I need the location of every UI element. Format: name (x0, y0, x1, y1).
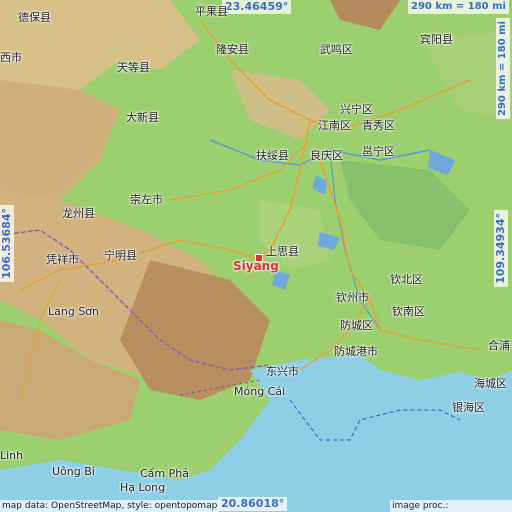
city-label[interactable]: 东兴市 (266, 366, 299, 378)
city-label[interactable]: Cẩm Phả (140, 468, 189, 480)
city-label[interactable]: 隆安县 (216, 44, 249, 56)
city-label[interactable]: 武鸣区 (320, 44, 353, 56)
city-label[interactable]: 德保县 (18, 12, 51, 24)
map-view[interactable]: 23.46459° 20.86018° 106.53684° 109.34934… (0, 0, 512, 512)
city-label[interactable]: 邕宁区 (362, 146, 395, 158)
city-label[interactable]: 扶绥县 (256, 150, 289, 162)
city-label[interactable]: 合浦 (488, 340, 510, 352)
city-label[interactable]: 凭祥市 (46, 254, 79, 266)
city-label[interactable]: 钦北区 (390, 274, 423, 286)
city-label[interactable]: 良庆区 (310, 150, 343, 162)
city-label[interactable]: 兴宁区 (340, 104, 373, 116)
city-label[interactable]: 青秀区 (362, 120, 395, 132)
city-label[interactable]: 钦州市 (336, 292, 369, 304)
top-latitude-label: 23.46459° (222, 0, 292, 14)
city-label[interactable]: 钦南区 (392, 306, 425, 318)
city-label[interactable]: 宁明县 (104, 250, 137, 262)
city-label[interactable]: 崇左市 (130, 194, 163, 206)
city-label[interactable]: 西市 (0, 52, 22, 64)
city-label[interactable]: 江南区 (318, 120, 351, 132)
city-label[interactable]: 天等县 (117, 62, 150, 74)
city-label[interactable]: 大新县 (126, 112, 159, 124)
scale-bar-top: 290 km = 180 mi (408, 0, 509, 14)
city-label[interactable]: Hạ Long (120, 482, 165, 494)
city-label[interactable]: 龙州县 (62, 208, 95, 220)
map-credit-right: image proc.: elevation.city (390, 500, 512, 512)
bottom-latitude-label: 20.86018° (218, 497, 288, 511)
city-label[interactable]: 宾阳县 (420, 34, 453, 46)
city-label[interactable]: Móng Cái (234, 386, 285, 398)
city-label[interactable]: Lang Sơn (48, 306, 99, 318)
city-label[interactable]: 防城港市 (334, 346, 378, 358)
scale-bar-right: 290 km = 180 mi (496, 18, 510, 119)
target-city-label[interactable]: Siyang (233, 260, 279, 272)
city-label[interactable]: 银海区 (452, 402, 485, 414)
left-longitude-label: 106.53684° (0, 205, 14, 282)
city-label[interactable]: 防城区 (340, 320, 373, 332)
city-label[interactable]: 海城区 (474, 378, 507, 390)
city-label[interactable]: 平果县 (195, 6, 228, 18)
city-label[interactable]: Uông Bí (52, 466, 95, 478)
map-credit-left: map data: OpenStreetMap, style: opentopo… (0, 500, 220, 512)
city-label[interactable]: 上思县 (266, 246, 299, 258)
city-label[interactable]: Linh (0, 450, 23, 462)
right-longitude-label: 109.34934° (494, 210, 508, 287)
